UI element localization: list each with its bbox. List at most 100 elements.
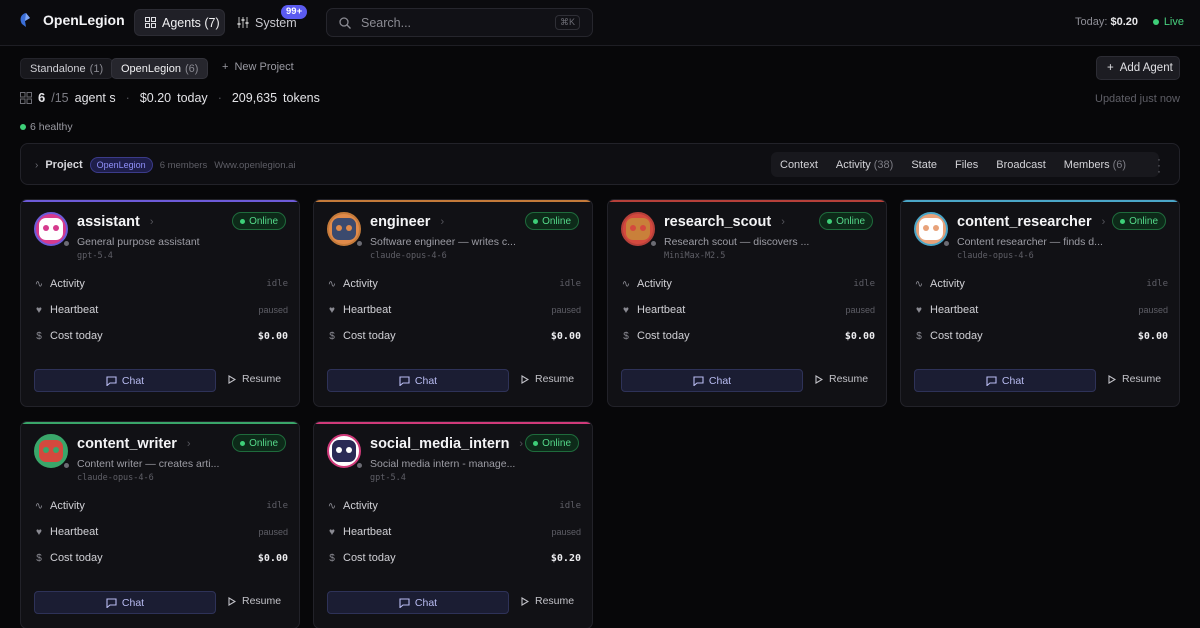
agent-card[interactable]: research_scout › Online Research scout —… bbox=[607, 199, 887, 407]
agents-total: /15 bbox=[51, 90, 69, 105]
row-label: Cost today bbox=[930, 330, 983, 342]
resume-button[interactable]: Resume bbox=[228, 595, 281, 607]
nav-agents-tab[interactable]: Agents (7) bbox=[134, 9, 225, 36]
project-tab-state[interactable]: State bbox=[902, 159, 946, 171]
search-box[interactable]: ⌘K bbox=[326, 8, 593, 37]
project-header[interactable]: › Project OpenLegion 6 members Www.openl… bbox=[35, 157, 296, 173]
dollar-icon: $ bbox=[916, 330, 922, 342]
activity-value: idle bbox=[266, 501, 288, 511]
separator: · bbox=[217, 90, 222, 105]
activity-row: ∿ Activity idle bbox=[34, 278, 288, 290]
agent-name-link[interactable]: content_writer › bbox=[77, 436, 191, 452]
resume-button[interactable]: Resume bbox=[521, 595, 574, 607]
project-tab-label: OpenLegion bbox=[121, 62, 181, 75]
project-tab-files[interactable]: Files bbox=[946, 159, 987, 171]
nav-agents-label: Agents (7) bbox=[162, 15, 220, 30]
heartbeat-value: paused bbox=[258, 305, 288, 315]
chat-button[interactable]: Chat bbox=[327, 591, 509, 614]
plus-icon: + bbox=[1107, 62, 1114, 74]
agent-card[interactable]: assistant › Online General purpose assis… bbox=[20, 199, 300, 407]
cost-row: $ Cost today $0.20 bbox=[327, 552, 581, 564]
status-label: Online bbox=[249, 215, 278, 227]
more-options-icon[interactable]: · · · bbox=[1157, 153, 1161, 177]
agent-description: Social media intern - manage... bbox=[370, 458, 516, 470]
search-input[interactable] bbox=[361, 15, 551, 30]
agent-description: General purpose assistant bbox=[77, 236, 200, 248]
project-tab-broadcast[interactable]: Broadcast bbox=[987, 159, 1055, 171]
activity-value: idle bbox=[559, 501, 581, 511]
pulse-icon: ∿ bbox=[34, 500, 44, 512]
heartbeat-row: ♥ Heartbeat paused bbox=[327, 304, 581, 316]
agent-model: claude-opus-4-6 bbox=[957, 251, 1034, 261]
chat-label: Chat bbox=[1001, 374, 1025, 387]
robot-face-icon bbox=[919, 218, 943, 240]
tokens-label: tokens bbox=[283, 90, 320, 105]
card-accent-bar bbox=[901, 200, 1179, 202]
add-agent-button[interactable]: + Add Agent bbox=[1096, 56, 1180, 80]
agent-card[interactable]: engineer › Online Software engineer — wr… bbox=[313, 199, 593, 407]
dollar-icon: $ bbox=[36, 552, 42, 564]
resume-button[interactable]: Resume bbox=[1108, 373, 1161, 385]
row-label: Heartbeat bbox=[343, 526, 392, 538]
project-tab-count: (1) bbox=[89, 62, 104, 75]
row-label: Heartbeat bbox=[50, 526, 99, 538]
chat-button[interactable]: Chat bbox=[914, 369, 1096, 392]
avatar-status-dot bbox=[356, 462, 363, 469]
project-tab-openlegion[interactable]: OpenLegion (6) bbox=[111, 58, 209, 79]
chat-button[interactable]: Chat bbox=[34, 591, 216, 614]
healthy-dot-icon bbox=[20, 124, 26, 130]
chat-button[interactable]: Chat bbox=[34, 369, 216, 392]
agent-name-link[interactable]: engineer › bbox=[370, 214, 444, 230]
status-badge: Online bbox=[232, 212, 286, 230]
agent-card[interactable]: social_media_intern › Online Social medi… bbox=[313, 421, 593, 628]
resume-button[interactable]: Resume bbox=[228, 373, 281, 385]
tab-count: (38) bbox=[873, 158, 894, 171]
cost-value: $0.00 bbox=[550, 330, 581, 342]
chat-label: Chat bbox=[121, 596, 145, 609]
chat-button[interactable]: Chat bbox=[621, 369, 803, 392]
resume-label: Resume bbox=[242, 373, 282, 385]
tab-label: Members bbox=[1063, 158, 1110, 171]
project-tab-context[interactable]: Context bbox=[771, 159, 827, 171]
agent-card[interactable]: content_writer › Online Content writer —… bbox=[20, 421, 300, 628]
status-badge: Online bbox=[525, 212, 579, 230]
project-tabs: Context Activity (38) State Files Broadcast Me… bbox=[771, 152, 1159, 177]
chevron-right-icon: › bbox=[35, 159, 39, 171]
cost-row: $ Cost today $0.00 bbox=[34, 330, 288, 342]
avatar-status-dot bbox=[356, 240, 363, 247]
project-bar: › Project OpenLegion 6 members Www.openl… bbox=[20, 143, 1180, 185]
chevron-right-icon: › bbox=[781, 216, 785, 228]
sliders-icon bbox=[237, 17, 249, 28]
pulse-icon: ∿ bbox=[914, 278, 924, 290]
cost-value: $0.00 bbox=[844, 330, 875, 342]
agent-name-link[interactable]: social_media_intern › bbox=[370, 436, 523, 452]
agent-name: engineer bbox=[370, 214, 431, 230]
chat-label: Chat bbox=[708, 374, 732, 387]
status-label: Online bbox=[542, 215, 571, 227]
project-tab-activity[interactable]: Activity (38) bbox=[827, 159, 902, 171]
activity-row: ∿ Activity idle bbox=[621, 278, 875, 290]
agent-name-link[interactable]: assistant › bbox=[77, 214, 154, 230]
agent-name-link[interactable]: content_researcher › bbox=[957, 214, 1105, 230]
chat-button[interactable]: Chat bbox=[327, 369, 509, 392]
new-project-button[interactable]: + New Project bbox=[222, 61, 294, 73]
brand[interactable]: OpenLegion bbox=[18, 12, 125, 28]
row-label: Cost today bbox=[343, 552, 396, 564]
heartbeat-row: ♥ Heartbeat paused bbox=[34, 304, 288, 316]
resume-button[interactable]: Resume bbox=[815, 373, 868, 385]
activity-value: idle bbox=[1146, 279, 1168, 289]
resume-label: Resume bbox=[535, 373, 575, 385]
project-tab-standalone[interactable]: Standalone (1) bbox=[20, 58, 114, 79]
cost-row: $ Cost today $0.00 bbox=[327, 330, 581, 342]
robot-face-icon bbox=[39, 218, 63, 240]
row-label: Heartbeat bbox=[343, 304, 392, 316]
activity-row: ∿ Activity idle bbox=[327, 500, 581, 512]
resume-button[interactable]: Resume bbox=[521, 373, 574, 385]
agent-name-link[interactable]: research_scout › bbox=[664, 214, 785, 230]
robot-face-icon bbox=[332, 440, 356, 462]
project-tab-members[interactable]: Members (6) bbox=[1055, 159, 1135, 171]
play-icon bbox=[228, 374, 236, 384]
agent-card[interactable]: content_researcher › Online Content rese… bbox=[900, 199, 1180, 407]
heart-icon: ♥ bbox=[329, 526, 335, 538]
search-icon bbox=[339, 16, 351, 29]
